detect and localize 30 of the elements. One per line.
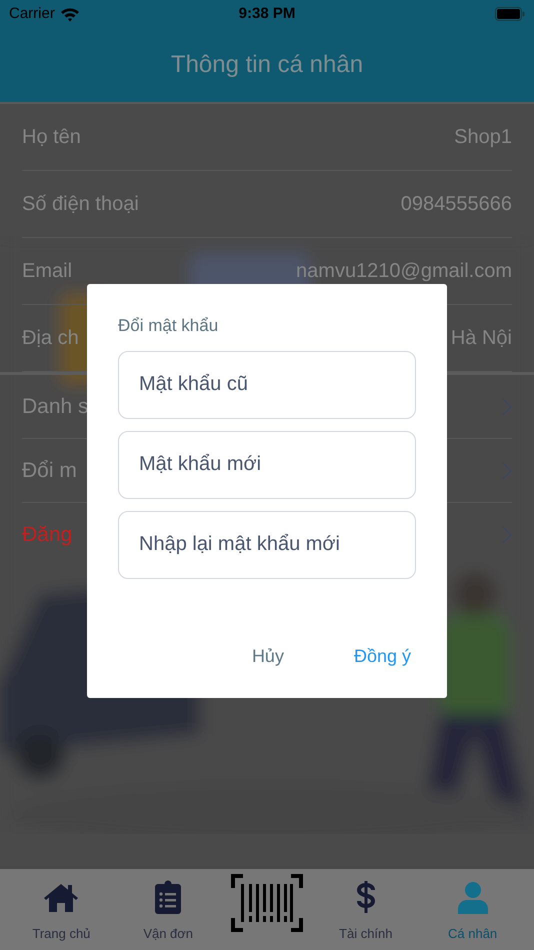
home-icon xyxy=(42,882,80,914)
battery-icon xyxy=(495,7,525,21)
confirm-button[interactable]: Đồng ý xyxy=(354,643,411,670)
password-field[interactable]: Mật khẩu cũ xyxy=(118,350,416,418)
user-icon xyxy=(458,882,488,914)
status-time: 9:38 PM xyxy=(238,4,296,24)
menu-item[interactable]: Đổi m xyxy=(22,454,77,486)
barcode-icon xyxy=(230,874,303,932)
dollar-icon xyxy=(356,880,376,914)
menu-item[interactable]: Danh s xyxy=(22,390,89,422)
dialog-title: Đổi mật khẩu xyxy=(118,315,218,337)
password-field[interactable]: Mật khẩu mới xyxy=(118,430,416,498)
field-label: Họ tên xyxy=(22,125,81,150)
field-label: Địa ch xyxy=(22,326,79,351)
tab-item[interactable]: Cá nhân xyxy=(424,875,521,944)
tab-item[interactable]: Vận đơn xyxy=(120,875,216,944)
field-value: namvu1210@gmail.com xyxy=(296,259,512,284)
tab-item[interactable]: Trang chủ xyxy=(13,875,110,944)
field-value: 0984555666 xyxy=(400,192,512,217)
clipboard-list-icon xyxy=(155,880,182,914)
carrier-label: Carrier xyxy=(9,4,55,24)
field-label: Số điện thoại xyxy=(22,192,139,217)
tab-item[interactable]: Tài chính xyxy=(318,875,414,944)
field-value: Hà Nội xyxy=(450,326,512,351)
cancel-button[interactable]: Hủy xyxy=(252,643,284,670)
password-field[interactable]: Nhập lại mật khẩu mới xyxy=(118,510,416,578)
field-value: Shop1 xyxy=(454,125,512,150)
screen-title: Thông tin cá nhân xyxy=(170,50,364,80)
wifi-icon xyxy=(60,6,80,22)
field-label: Email xyxy=(22,259,72,284)
